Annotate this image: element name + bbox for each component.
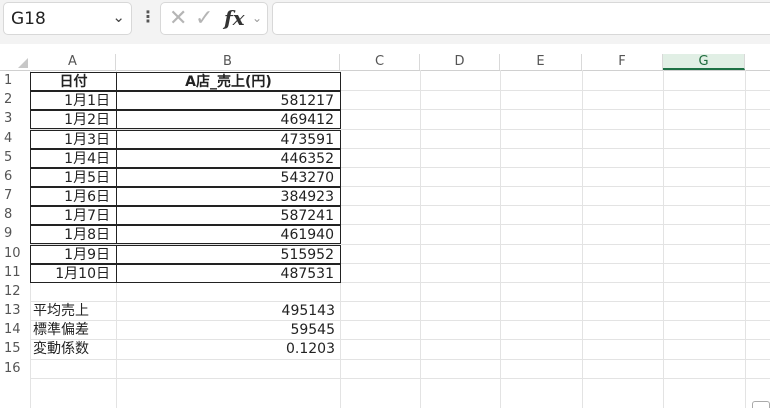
row-header-15[interactable]: 15 [0,339,30,358]
sales-cell[interactable]: 487531 [116,263,341,283]
stat-label-cell[interactable]: 平均売上 [30,302,117,321]
column-header-d[interactable]: D [420,54,500,70]
stat-value-cell[interactable]: 0.1203 [116,340,341,359]
row-header-5[interactable]: 5 [0,148,30,167]
sales-cell[interactable]: 384923 [116,187,341,207]
row-header-11[interactable]: 11 [0,263,30,282]
sales-cell[interactable]: 587241 [116,206,341,226]
date-cell[interactable]: 1月6日 [30,187,117,207]
row-header-10[interactable]: 10 [0,244,30,263]
row-header-12[interactable]: 12 [0,282,30,301]
column-header-g[interactable]: G [663,54,745,70]
spreadsheet-grid[interactable]: A B C D E F G 1 2 3 4 5 6 7 8 9 10 11 12 13 14 15 16 日付 A店_売上(円)… [0,44,770,408]
sales-cell[interactable]: 469412 [116,110,341,130]
date-cell[interactable]: 1月8日 [30,225,117,245]
name-box[interactable]: G18 ⌄ [3,2,132,35]
date-cell[interactable]: 1月4日 [30,148,117,168]
sales-cell[interactable]: 473591 [116,129,341,149]
row-header-3[interactable]: 3 [0,109,30,128]
chevron-down-icon[interactable]: ⌄ [112,8,125,26]
date-cell[interactable]: 1月7日 [30,206,117,226]
date-cell[interactable]: 1月10日 [30,263,117,283]
row-header-6[interactable]: 6 [0,167,30,186]
select-all-corner[interactable] [0,54,30,70]
stat-label-cell[interactable]: 標準偏差 [30,321,117,340]
cell-b1[interactable]: A店_売上(円) [116,72,341,91]
grid-line-v [745,70,746,408]
date-cell[interactable]: 1月1日 [30,91,117,111]
row-header-1[interactable]: 1 [0,71,30,90]
row-header-9[interactable]: 9 [0,224,30,243]
name-box-value[interactable]: G18 [11,9,46,29]
column-header-c[interactable]: C [340,54,420,70]
formula-input[interactable] [272,2,770,35]
column-header-f[interactable]: F [582,54,663,70]
sales-cell[interactable]: 446352 [116,148,341,168]
grid-line-v [500,70,501,408]
grid-line-h [30,377,770,379]
row-header-2[interactable]: 2 [0,90,30,109]
sales-cell[interactable]: 543270 [116,167,341,187]
grid-line-v [663,70,664,408]
sales-cell[interactable]: 515952 [116,244,341,264]
row-header-7[interactable]: 7 [0,186,30,205]
fx-icon[interactable]: fx [224,6,245,30]
formula-bar: G18 ⌄ ⋮ ✕ ✓ fx ⌄ [0,0,770,44]
date-cell[interactable]: 1月2日 [30,110,117,130]
date-cell[interactable]: 1月3日 [30,129,117,149]
x-icon[interactable]: ✕ [169,6,187,31]
more-options-icon[interactable]: ⋮ [140,7,156,26]
sales-cell[interactable]: 461940 [116,225,341,245]
column-header-a[interactable]: A [30,54,116,70]
stat-label-cell[interactable]: 変動係数 [30,340,117,359]
date-cell[interactable]: 1月9日 [30,244,117,264]
cell-a1[interactable]: 日付 [30,72,117,91]
grid-line-v [582,70,583,408]
row-header-16[interactable]: 16 [0,359,30,378]
scrollbar-handle[interactable] [752,401,770,408]
grid-line-v [420,70,421,408]
row-header-8[interactable]: 8 [0,205,30,224]
check-icon[interactable]: ✓ [195,6,213,31]
column-header-b[interactable]: B [116,54,340,70]
formula-buttons: ✕ ✓ fx ⌄ [160,2,268,35]
stat-value-cell[interactable]: 59545 [116,321,341,340]
fx-dropdown-icon[interactable]: ⌄ [252,11,262,25]
row-header-4[interactable]: 4 [0,129,30,148]
stat-value-cell[interactable]: 495143 [116,302,341,321]
row-header-13[interactable]: 13 [0,301,30,320]
sales-cell[interactable]: 581217 [116,91,341,111]
date-cell[interactable]: 1月5日 [30,167,117,187]
row-header-14[interactable]: 14 [0,320,30,339]
column-header-e[interactable]: E [500,54,582,70]
